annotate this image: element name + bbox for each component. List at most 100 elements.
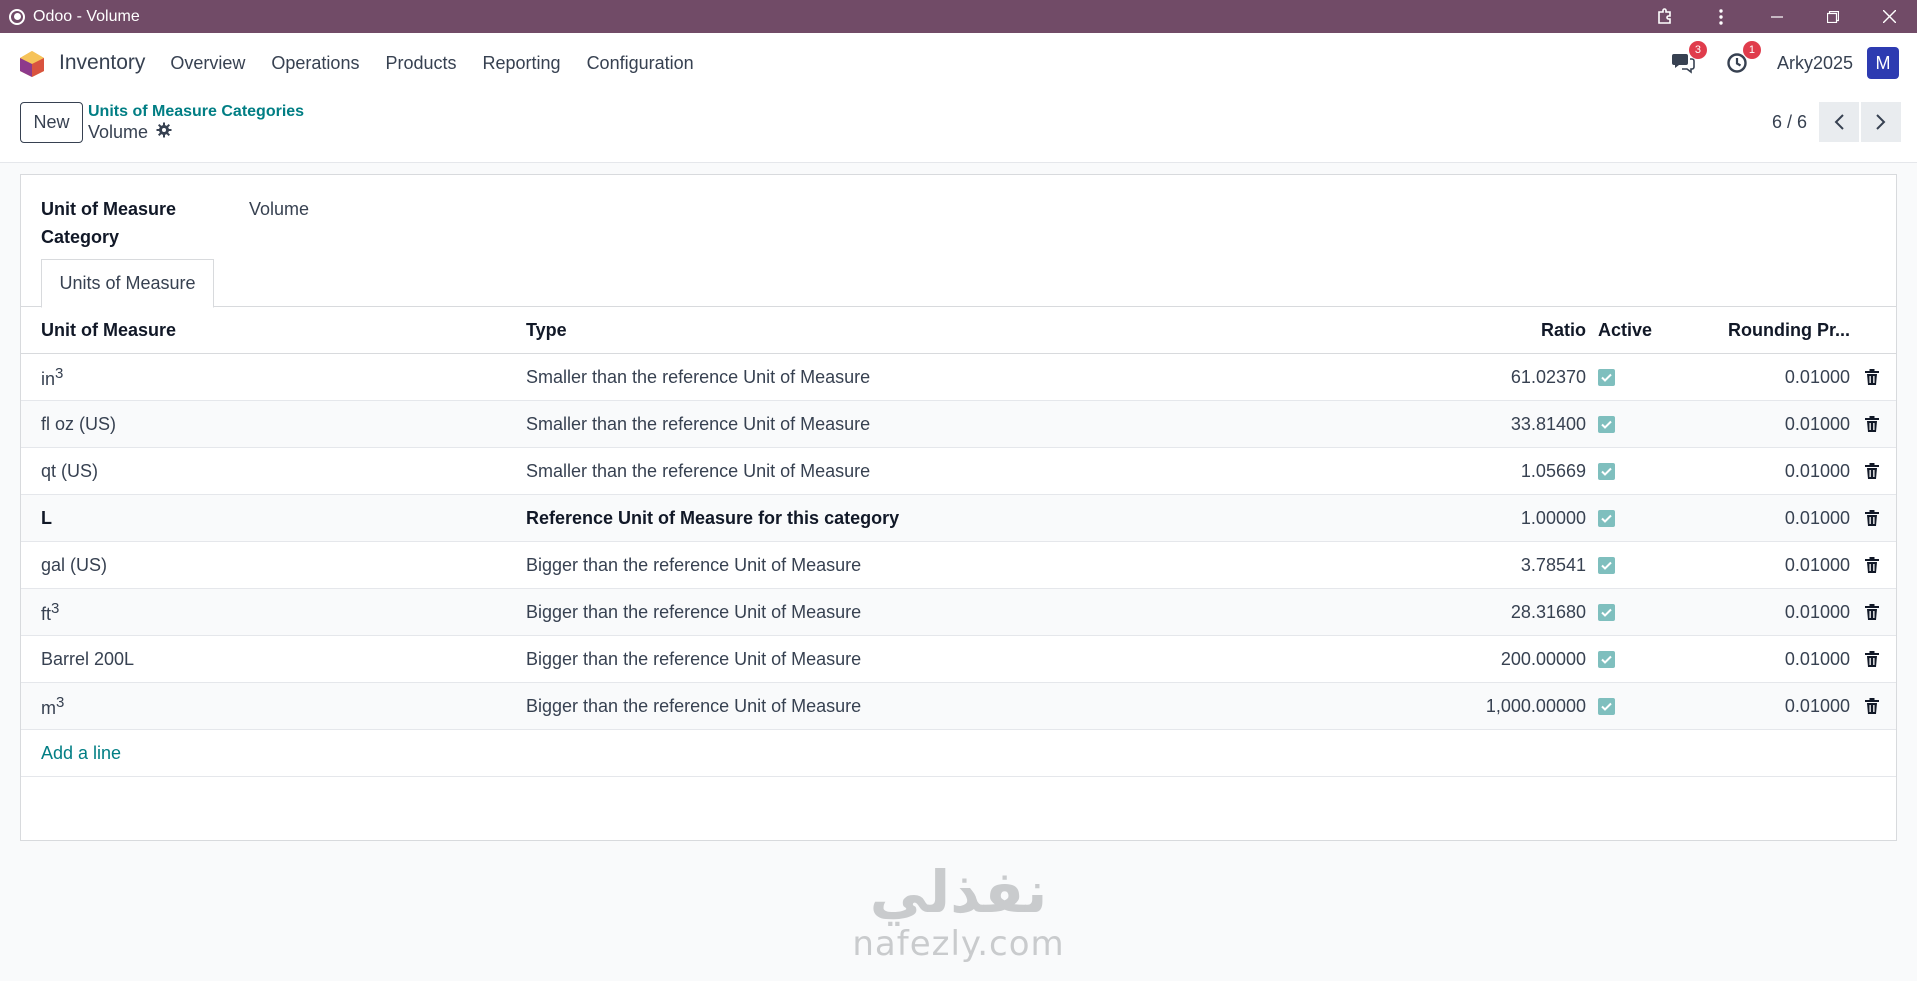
rounding-cell: 0.01000	[1784, 366, 1850, 387]
category-field-value[interactable]: Volume	[249, 199, 309, 220]
uom-table: Unit of Measure Type Ratio Active Roundi…	[21, 307, 1896, 777]
ratio-cell: 1.00000	[1520, 507, 1586, 528]
window-controls	[1637, 0, 1917, 33]
user-avatar[interactable]: M	[1867, 47, 1899, 79]
notebook-tabs: Units of Measure	[21, 259, 1896, 308]
breadcrumb-link[interactable]: Units of Measure Categories	[88, 103, 304, 121]
window-titlebar: Odoo - Volume	[0, 0, 1917, 33]
table-row[interactable]: gal (US) Bigger than the reference Unit …	[21, 542, 1896, 589]
messages-icon[interactable]: 3	[1669, 41, 1707, 77]
uom-exponent: 3	[51, 599, 60, 617]
company-name[interactable]: Arky2025	[1777, 53, 1853, 74]
table-row-reference[interactable]: L Reference Unit of Measure for this cat…	[21, 495, 1896, 542]
pager-value[interactable]: 6 / 6	[1772, 112, 1807, 133]
trash-icon[interactable]	[1864, 556, 1880, 574]
app-record-icon	[9, 8, 25, 25]
table-row[interactable]: in3 Smaller than the reference Unit of M…	[21, 354, 1896, 401]
main-menu: Overview Operations Products Reporting C…	[157, 53, 706, 74]
menu-overview[interactable]: Overview	[157, 53, 258, 74]
rounding-cell: 0.01000	[1784, 695, 1850, 716]
ratio-cell: 33.81400	[1510, 413, 1586, 434]
app-name[interactable]: Inventory	[59, 51, 145, 75]
trash-icon[interactable]	[1864, 697, 1880, 715]
table-row[interactable]: m3 Bigger than the reference Unit of Mea…	[21, 683, 1896, 730]
column-header-type[interactable]: Type	[526, 320, 567, 341]
trash-icon[interactable]	[1864, 509, 1880, 527]
column-header-uom[interactable]: Unit of Measure	[41, 320, 176, 341]
rounding-cell: 0.01000	[1784, 460, 1850, 481]
pager-next-button[interactable]	[1861, 102, 1901, 142]
rounding-cell: 0.01000	[1784, 554, 1850, 575]
active-checkbox[interactable]	[1598, 462, 1615, 480]
close-icon[interactable]	[1861, 0, 1917, 33]
checkmark-icon	[1598, 462, 1615, 480]
menu-products[interactable]: Products	[372, 53, 469, 74]
type-cell: Bigger than the reference Unit of Measur…	[526, 695, 862, 716]
column-header-active[interactable]: Active	[1598, 320, 1652, 341]
table-row[interactable]: qt (US) Smaller than the reference Unit …	[21, 448, 1896, 495]
messages-badge: 3	[1688, 41, 1707, 59]
add-a-line-link[interactable]: Add a line	[21, 730, 1896, 777]
inventory-app-logo-icon[interactable]	[19, 50, 45, 77]
navbar-systray: 3 1 Arky2025 M	[1669, 33, 1899, 93]
gear-icon[interactable]	[156, 122, 172, 143]
tab-units-of-measure[interactable]: Units of Measure	[41, 259, 214, 308]
checkmark-icon	[1598, 603, 1615, 621]
checkmark-icon	[1598, 415, 1615, 433]
type-cell: Bigger than the reference Unit of Measur…	[526, 648, 862, 669]
rounding-cell: 0.01000	[1784, 413, 1850, 434]
pager-previous-button[interactable]	[1819, 102, 1859, 142]
more-options-icon[interactable]	[1693, 0, 1749, 33]
table-row[interactable]: fl oz (US) Smaller than the reference Un…	[21, 401, 1896, 448]
control-panel: New Units of Measure Categories Volume 6…	[0, 93, 1917, 163]
active-checkbox[interactable]	[1598, 650, 1615, 668]
rounding-cell: 0.01000	[1784, 648, 1850, 669]
checkmark-icon	[1598, 650, 1615, 668]
type-cell: Reference Unit of Measure for this categ…	[526, 507, 900, 528]
table-row[interactable]: ft3 Bigger than the reference Unit of Me…	[21, 589, 1896, 636]
active-checkbox[interactable]	[1598, 556, 1615, 574]
uom-cell: ft3	[41, 600, 59, 625]
active-checkbox[interactable]	[1598, 368, 1615, 386]
pager: 6 / 6	[1772, 102, 1901, 142]
type-cell: Bigger than the reference Unit of Measur…	[526, 554, 862, 575]
record-title: Volume	[88, 122, 149, 142]
category-field-label: Unit of Measure Category	[41, 199, 177, 247]
ratio-cell: 3.78541	[1520, 554, 1586, 575]
record-title-row: Volume	[88, 122, 172, 143]
active-checkbox[interactable]	[1598, 603, 1615, 621]
new-button[interactable]: New	[20, 102, 83, 143]
watermark: نفذلي nafezly.com	[0, 860, 1917, 964]
menu-configuration[interactable]: Configuration	[574, 53, 707, 74]
column-header-rounding[interactable]: Rounding Pr...	[1728, 320, 1850, 341]
activities-clock-icon[interactable]: 1	[1723, 41, 1761, 77]
ratio-cell: 1.05669	[1520, 460, 1586, 481]
active-checkbox[interactable]	[1598, 415, 1615, 433]
trash-icon[interactable]	[1864, 368, 1880, 386]
uom-cell: fl oz (US)	[41, 413, 117, 434]
menu-operations[interactable]: Operations	[258, 53, 372, 74]
uom-cell: in3	[41, 365, 63, 390]
rounding-cell: 0.01000	[1784, 507, 1850, 528]
restore-icon[interactable]	[1805, 0, 1861, 33]
top-navbar: Inventory Overview Operations Products R…	[0, 33, 1917, 93]
ratio-cell: 61.02370	[1510, 366, 1586, 387]
minimize-icon[interactable]	[1749, 0, 1805, 33]
menu-reporting[interactable]: Reporting	[470, 53, 574, 74]
checkmark-icon	[1598, 556, 1615, 574]
type-cell: Smaller than the reference Unit of Measu…	[526, 460, 871, 481]
active-checkbox[interactable]	[1598, 509, 1615, 527]
window-title: Odoo - Volume	[33, 7, 140, 25]
table-row[interactable]: Barrel 200L Bigger than the reference Un…	[21, 636, 1896, 683]
uom-cell: L	[41, 507, 52, 528]
trash-icon[interactable]	[1864, 603, 1880, 621]
column-header-ratio[interactable]: Ratio	[1541, 320, 1586, 341]
active-checkbox[interactable]	[1598, 697, 1615, 715]
checkmark-icon	[1598, 697, 1615, 715]
type-cell: Smaller than the reference Unit of Measu…	[526, 413, 871, 434]
trash-icon[interactable]	[1864, 462, 1880, 480]
extensions-icon[interactable]	[1637, 0, 1693, 33]
trash-icon[interactable]	[1864, 415, 1880, 433]
rounding-cell: 0.01000	[1784, 601, 1850, 622]
trash-icon[interactable]	[1864, 650, 1880, 668]
